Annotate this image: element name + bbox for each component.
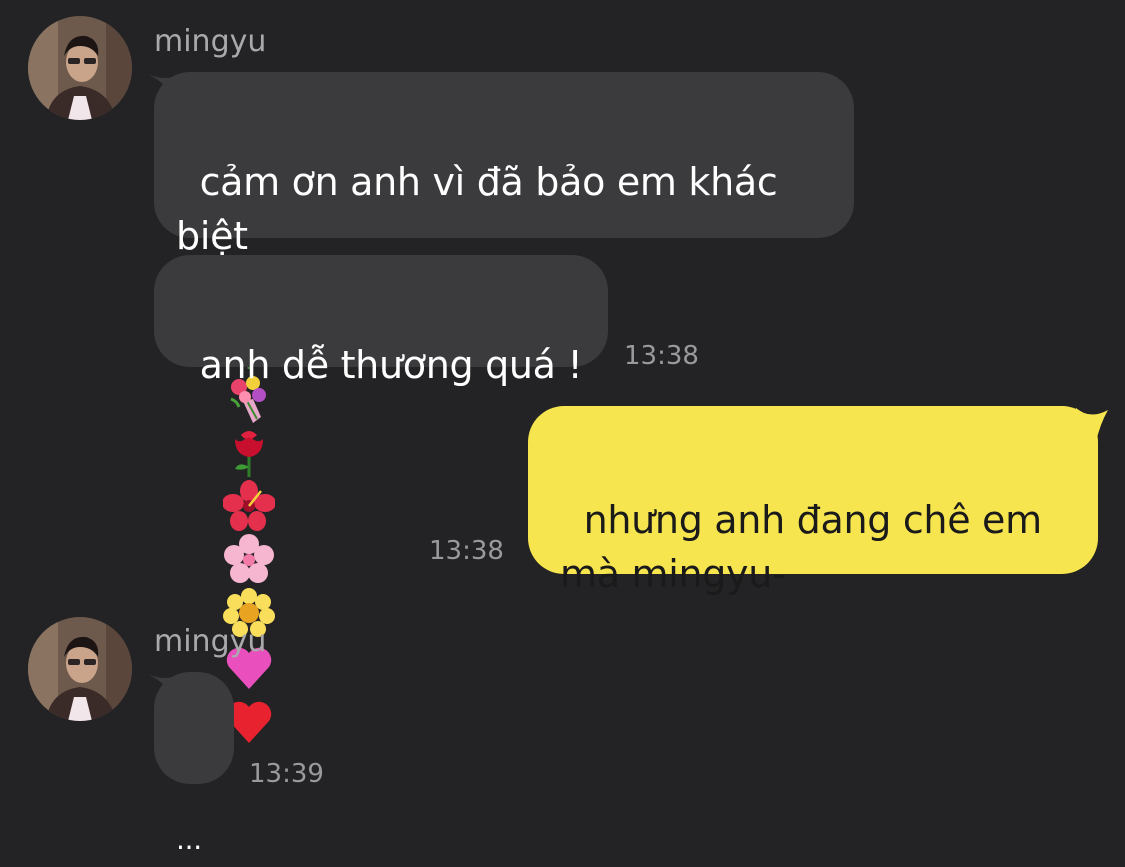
outgoing-message-bubble[interactable]: nhưng anh đang chê em mà mingyu- — [528, 406, 1098, 596]
sender-avatar[interactable] — [28, 617, 132, 721]
bubble-tail — [1076, 408, 1108, 442]
rose-emoji — [235, 431, 264, 477]
sender-avatar[interactable] — [28, 16, 132, 120]
message-text: nhưng anh đang chê em mà mingyu- — [560, 498, 1042, 596]
message-timestamp: 13:39 — [249, 759, 324, 789]
cherry-blossom-emoji — [224, 534, 275, 583]
message-text: cảm ơn anh vì đã bảo em khác biệt — [176, 160, 778, 258]
hibiscus-emoji — [223, 480, 276, 531]
message-text: anh dễ thương quá ! — [199, 343, 583, 387]
incoming-message-bubble[interactable]: cảm ơn anh vì đã bảo em khác biệt — [154, 72, 854, 743]
incoming-message-bubble[interactable]: anh dễ thương quá ! — [154, 255, 608, 387]
sender-name: mingyu — [154, 624, 267, 659]
incoming-message-bubble[interactable]: ... — [154, 672, 234, 856]
message-text: ... — [176, 823, 202, 856]
sender-name: mingyu — [154, 24, 267, 59]
message-timestamp: 13:38 — [624, 341, 699, 371]
message-timestamp: 13:38 — [429, 536, 504, 566]
